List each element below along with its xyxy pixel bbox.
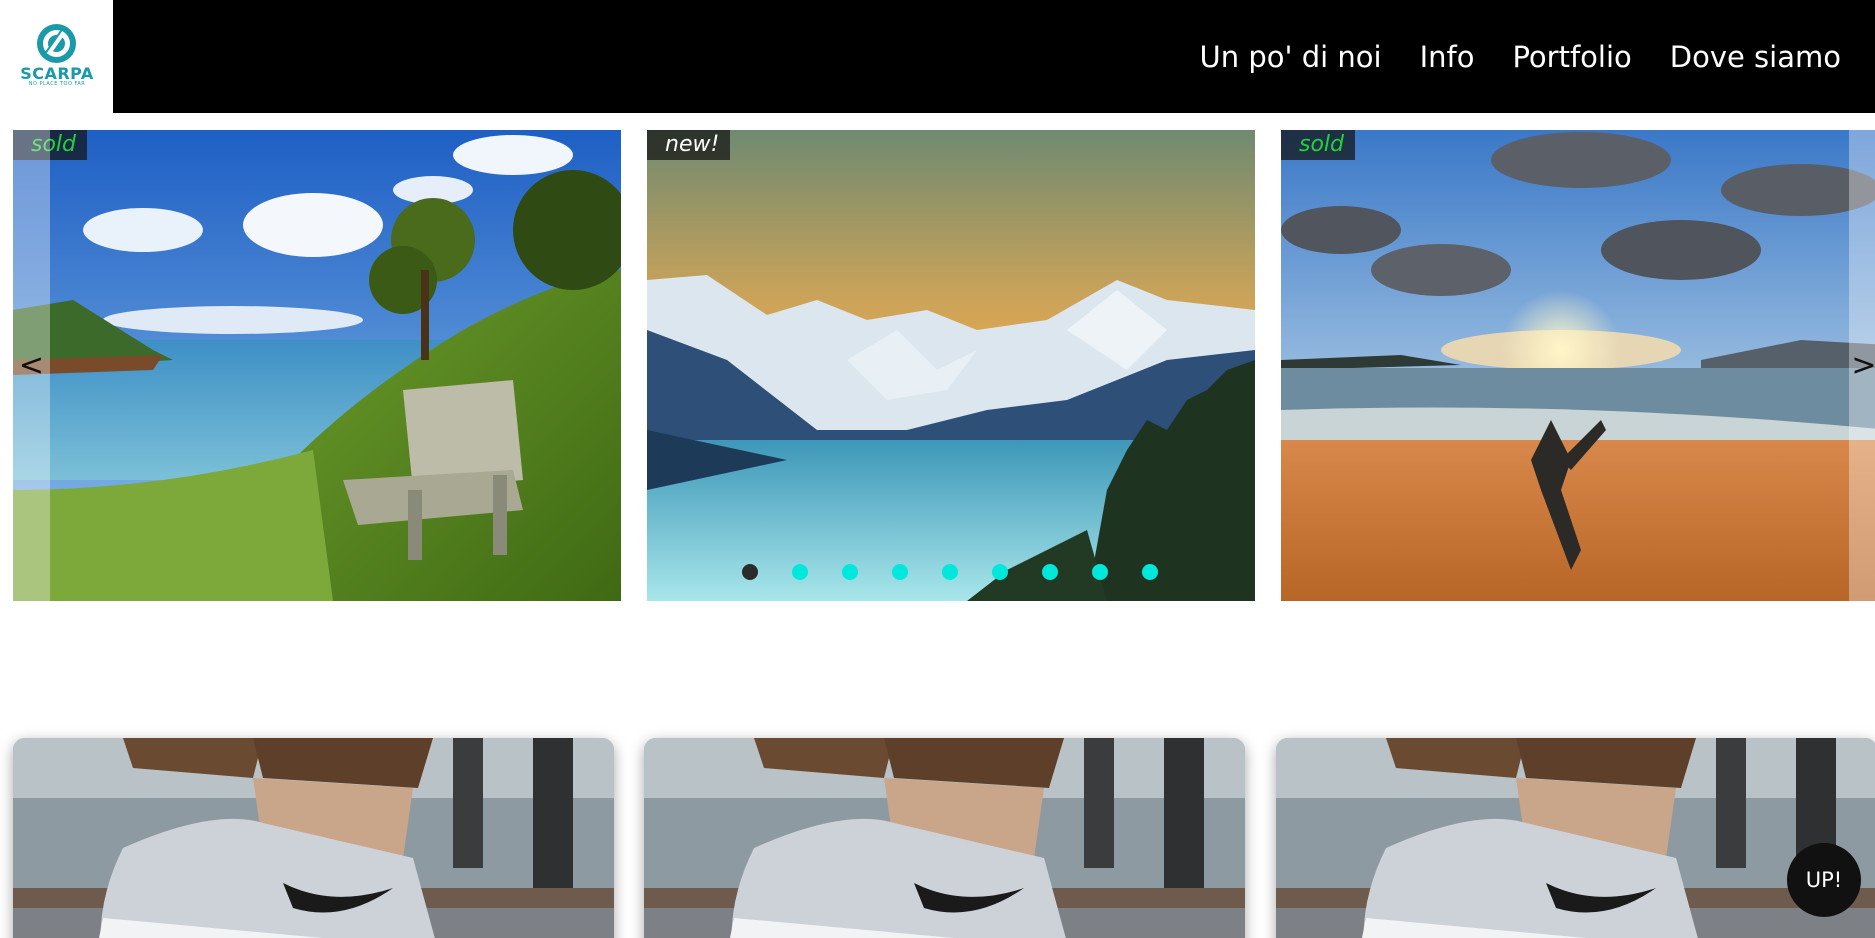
carousel-dot-3[interactable] [842, 564, 858, 580]
carousel-dot-2[interactable] [792, 564, 808, 580]
slide-tag: new! [647, 130, 731, 160]
scarpa-logo-icon [37, 24, 76, 63]
carousel-slide[interactable]: sold [13, 130, 621, 601]
site-header: SCARPA NO PLACE TOO FAR Un po' di noi In… [0, 0, 1875, 113]
product-card[interactable] [644, 738, 1245, 938]
carousel-dot-5[interactable] [942, 564, 958, 580]
main-nav: Un po' di noi Info Portfolio Dove siamo [1162, 0, 1841, 113]
sneaker-image [1276, 738, 1875, 938]
scroll-to-top-button[interactable]: UP! [1787, 843, 1861, 917]
carousel-dots [742, 564, 1192, 580]
carousel-dot-7[interactable] [1042, 564, 1058, 580]
brand-tagline: NO PLACE TOO FAR [28, 81, 86, 87]
carousel-slide[interactable]: new! [647, 130, 1255, 601]
carousel-prev-button[interactable]: < [13, 130, 50, 601]
slide-image [13, 130, 621, 601]
product-card[interactable] [13, 738, 614, 938]
carousel-next-button[interactable]: > [1849, 130, 1875, 601]
nav-item-about[interactable]: Un po' di noi [1200, 40, 1382, 74]
carousel-dot-8[interactable] [1092, 564, 1108, 580]
carousel-dot-9[interactable] [1142, 564, 1158, 580]
slide-image [1281, 130, 1875, 601]
sneaker-image [644, 738, 1245, 938]
nav-item-location[interactable]: Dove siamo [1670, 40, 1841, 74]
carousel-dot-6[interactable] [992, 564, 1008, 580]
sneaker-image [13, 738, 614, 938]
product-card[interactable] [1276, 738, 1875, 938]
carousel-dot-4[interactable] [892, 564, 908, 580]
logo[interactable]: SCARPA NO PLACE TOO FAR [0, 0, 113, 113]
nav-item-info[interactable]: Info [1420, 40, 1475, 74]
carousel-slide[interactable]: sold [1281, 130, 1875, 601]
carousel-dot-1[interactable] [742, 564, 758, 580]
slide-image [647, 130, 1255, 601]
nav-item-portfolio[interactable]: Portfolio [1512, 40, 1631, 74]
image-carousel: sold new! sold [13, 130, 1875, 601]
slide-tag: sold [1281, 130, 1355, 160]
